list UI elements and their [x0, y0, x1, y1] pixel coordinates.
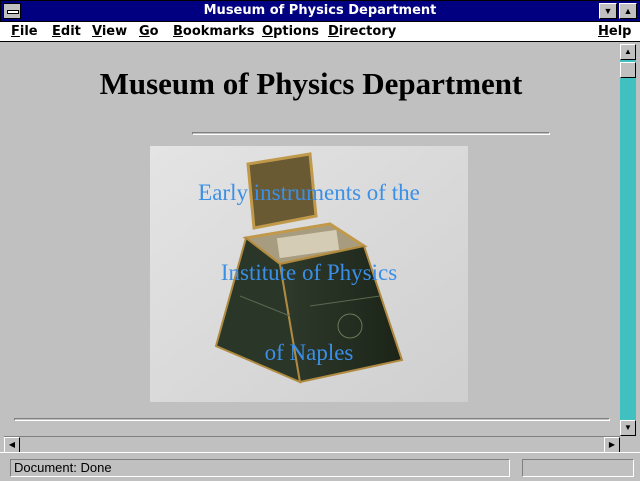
hero-line-1: Early instruments of the — [198, 180, 420, 205]
status-text: Document: Done — [10, 459, 510, 477]
window-title: Museum of Physics Department — [203, 3, 437, 18]
menu-view[interactable]: View — [92, 24, 127, 39]
scroll-right-icon[interactable]: ▶ — [604, 437, 620, 453]
hero-line-2: Institute of Physics — [220, 260, 398, 285]
page-title: Museum of Physics Department — [99, 66, 523, 101]
horizontal-scrollbar[interactable]: ◀ ▶ — [4, 436, 620, 453]
hero-line-3: of Naples — [264, 340, 354, 365]
progress-indicator — [522, 459, 634, 477]
menu-options[interactable]: Options — [262, 24, 319, 39]
menu-help[interactable]: Help — [598, 24, 631, 39]
scroll-up-icon[interactable]: ▲ — [620, 44, 636, 60]
scroll-left-icon[interactable]: ◀ — [4, 437, 20, 453]
menu-directory[interactable]: Directory — [328, 24, 396, 39]
divider — [192, 132, 550, 135]
menu-file[interactable]: File — [11, 24, 38, 39]
divider-bottom — [14, 418, 610, 421]
menu-bookmarks[interactable]: Bookmarks — [173, 24, 255, 39]
minimize-icon[interactable]: ▼ — [599, 3, 617, 19]
scroll-thumb[interactable] — [620, 62, 636, 78]
hero-image: Early instruments of the Institute of Ph… — [150, 146, 468, 402]
page-content: Museum of Physics Department Early instr… — [4, 44, 618, 436]
menu-bar: File Edit View Go Bookmarks Options Dire… — [0, 22, 640, 42]
menu-file-rest: ile — [19, 24, 38, 39]
maximize-icon[interactable]: ▲ — [619, 3, 637, 19]
vertical-scrollbar[interactable]: ▲ ▼ — [620, 44, 636, 436]
menu-edit[interactable]: Edit — [52, 24, 81, 39]
scroll-down-icon[interactable]: ▼ — [620, 420, 636, 436]
menu-go[interactable]: Go — [139, 24, 159, 39]
status-bar: Document: Done — [0, 452, 640, 481]
title-bar: Museum of Physics Department ▼ ▲ — [0, 0, 640, 22]
